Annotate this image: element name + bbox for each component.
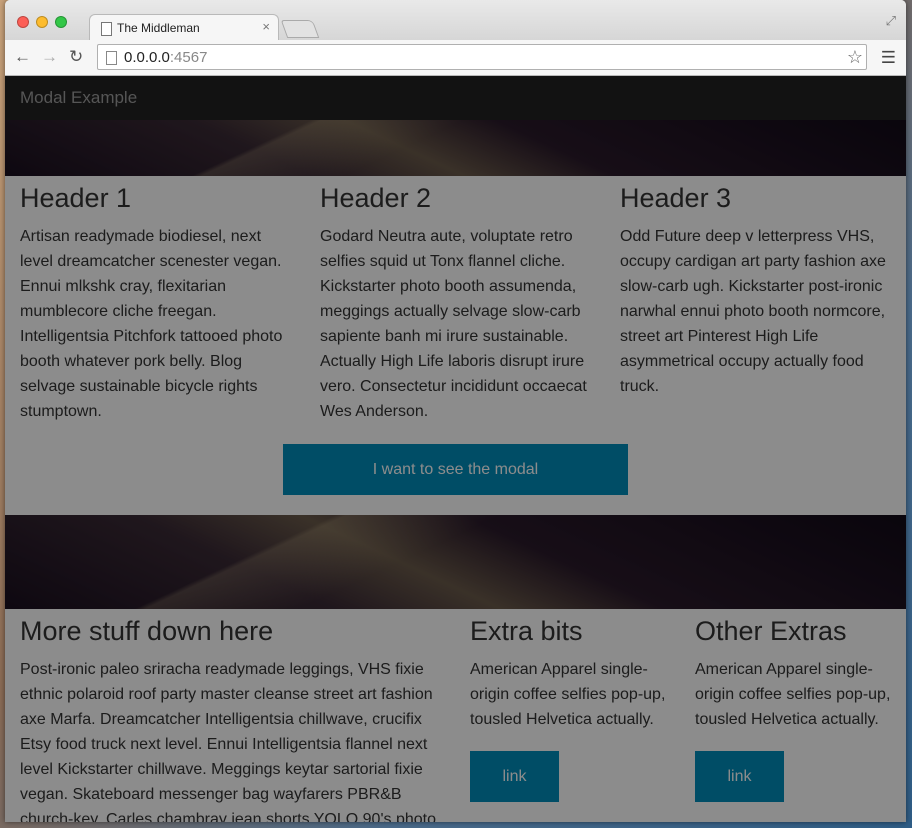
- page-icon: [101, 22, 112, 36]
- reload-icon[interactable]: ↻: [69, 48, 83, 65]
- tab-strip: The Middleman × ⤢: [5, 0, 906, 42]
- address-bar[interactable]: 0.0.0.0:4567 ☆: [97, 44, 867, 70]
- close-window-button[interactable]: [17, 16, 29, 28]
- menu-icon[interactable]: ☰: [881, 48, 896, 68]
- back-icon[interactable]: ←: [14, 48, 31, 65]
- browser-window: The Middleman × ⤢ ← → ↻ 0.0.0.0:4567 ☆ ☰…: [5, 0, 906, 822]
- modal-backdrop-overlay[interactable]: [5, 76, 906, 822]
- browser-tab[interactable]: The Middleman ×: [89, 14, 279, 42]
- window-controls: [17, 16, 67, 28]
- forward-icon[interactable]: →: [41, 48, 58, 65]
- tab-title: The Middleman: [117, 21, 200, 35]
- page-icon: [106, 51, 117, 65]
- zoom-window-button[interactable]: [55, 16, 67, 28]
- browser-toolbar: ← → ↻ 0.0.0.0:4567 ☆ ☰: [5, 40, 906, 76]
- bookmark-star-icon[interactable]: ☆: [847, 47, 863, 68]
- fullscreen-icon[interactable]: ⤢: [886, 13, 896, 29]
- tab-close-icon[interactable]: ×: [262, 19, 270, 34]
- minimize-window-button[interactable]: [36, 16, 48, 28]
- page-content: Modal Example Header 1 Artisan readymade…: [5, 76, 906, 822]
- new-tab-button[interactable]: [280, 20, 320, 38]
- url-text[interactable]: 0.0.0.0:4567: [124, 49, 207, 66]
